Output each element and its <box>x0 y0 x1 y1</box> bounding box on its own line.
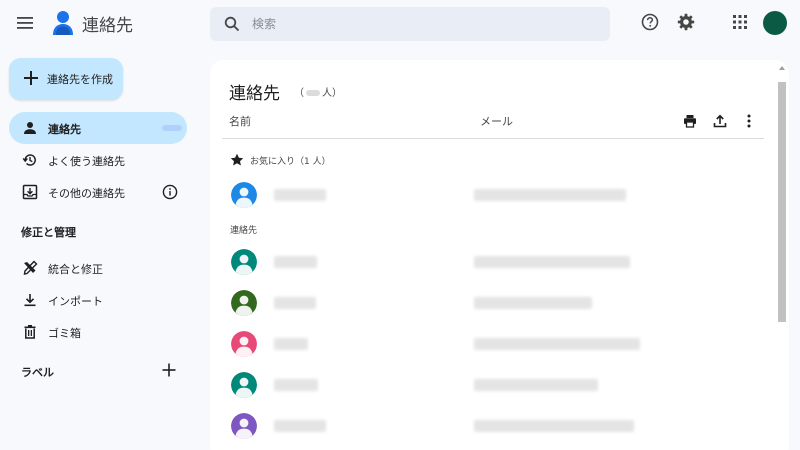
contact-email <box>474 189 626 201</box>
sidebar-item-other-contacts[interactable]: その他の連絡先 <box>9 176 187 208</box>
manage-heading: 修正と管理 <box>21 226 76 239</box>
column-header-email[interactable]: メール <box>480 113 513 129</box>
sidebar-item-import[interactable]: インポート <box>9 284 187 316</box>
contact-email <box>474 379 598 391</box>
info-icon[interactable] <box>162 184 178 200</box>
contact-row-favorite[interactable] <box>210 175 770 215</box>
top-bar: 連絡先 <box>0 0 800 46</box>
contact-avatar <box>231 413 257 439</box>
contact-name <box>274 420 326 432</box>
contacts-logo-icon[interactable] <box>50 9 76 37</box>
contact-avatar <box>231 182 257 208</box>
download-icon <box>22 292 38 308</box>
help-icon[interactable] <box>640 12 660 32</box>
sidebar-item-contacts[interactable]: 連絡先 <box>9 112 187 144</box>
favorites-label: お気に入り（1 人） <box>250 157 331 167</box>
contact-avatar <box>231 372 257 398</box>
settings-icon[interactable] <box>676 12 696 32</box>
page-title: 連絡先 <box>229 84 280 104</box>
contact-row[interactable] <box>210 365 770 405</box>
sidebar-item-label: よく使う連絡先 <box>48 155 125 168</box>
inbox-download-icon <box>22 184 38 200</box>
sidebar-item-label: 連絡先 <box>48 123 81 136</box>
contacts-list-panel: 連絡先 （ 人） 名前 メール お気に入り（1 人） 連絡先 <box>210 60 789 450</box>
contact-email <box>474 256 630 268</box>
contact-name <box>274 297 316 309</box>
search-icon[interactable] <box>224 16 240 32</box>
sidebar-item-merge-fix[interactable]: 統合と修正 <box>9 252 187 284</box>
contact-row[interactable] <box>210 324 770 364</box>
history-icon <box>22 152 38 168</box>
star-icon <box>230 152 244 166</box>
contact-name <box>274 379 318 391</box>
print-icon[interactable] <box>682 113 698 129</box>
app-title[interactable]: 連絡先 <box>82 11 133 36</box>
plus-icon <box>22 69 40 87</box>
contact-email <box>474 420 634 432</box>
contact-row[interactable] <box>210 283 770 323</box>
search-input[interactable] <box>252 14 592 34</box>
account-avatar[interactable] <box>763 11 787 35</box>
person-icon <box>22 120 38 136</box>
contact-avatar <box>231 249 257 275</box>
sidebar-item-label: 統合と修正 <box>48 263 103 276</box>
scroll-up-arrow[interactable] <box>779 66 785 70</box>
contact-row[interactable] <box>210 406 770 446</box>
merge-tools-icon <box>22 260 38 276</box>
count-suffix: 人） <box>322 88 342 99</box>
sidebar-item-label: ゴミ箱 <box>48 327 81 340</box>
column-header-name[interactable]: 名前 <box>229 113 251 129</box>
add-label-icon[interactable] <box>160 361 178 379</box>
contact-email <box>474 338 640 350</box>
scrollbar-thumb[interactable] <box>778 82 786 322</box>
menu-icon[interactable] <box>14 12 36 34</box>
search-bar[interactable] <box>210 7 610 41</box>
contact-avatar <box>231 331 257 357</box>
sidebar-item-label: インポート <box>48 295 103 308</box>
sidebar-item-frequent[interactable]: よく使う連絡先 <box>9 144 187 176</box>
more-options-icon[interactable] <box>741 113 757 129</box>
sidebar-item-trash[interactable]: ゴミ箱 <box>9 316 187 348</box>
count-prefix: （ <box>294 88 304 99</box>
create-contact-button[interactable]: 連絡先を作成 <box>9 58 123 100</box>
contact-name <box>274 338 308 350</box>
contact-count: （ 人） <box>294 84 342 99</box>
create-contact-label: 連絡先を作成 <box>47 73 113 86</box>
sidebar-item-label: その他の連絡先 <box>48 187 125 200</box>
contact-avatar <box>231 290 257 316</box>
header-divider <box>222 138 764 139</box>
contact-row[interactable] <box>210 242 770 282</box>
scrollbar[interactable] <box>776 60 788 450</box>
contact-name <box>274 189 326 201</box>
export-icon[interactable] <box>712 113 728 129</box>
contacts-group-heading: 連絡先 <box>230 226 258 236</box>
contact-count-badge <box>162 125 182 131</box>
labels-heading: ラベル <box>21 366 54 379</box>
apps-icon[interactable] <box>730 12 750 32</box>
blurred-count <box>306 90 320 96</box>
contact-name <box>274 256 317 268</box>
contacts-app: 連絡先 連絡先を作成 連絡先 <box>0 0 800 450</box>
trash-icon <box>22 324 38 340</box>
contact-email <box>474 297 592 309</box>
